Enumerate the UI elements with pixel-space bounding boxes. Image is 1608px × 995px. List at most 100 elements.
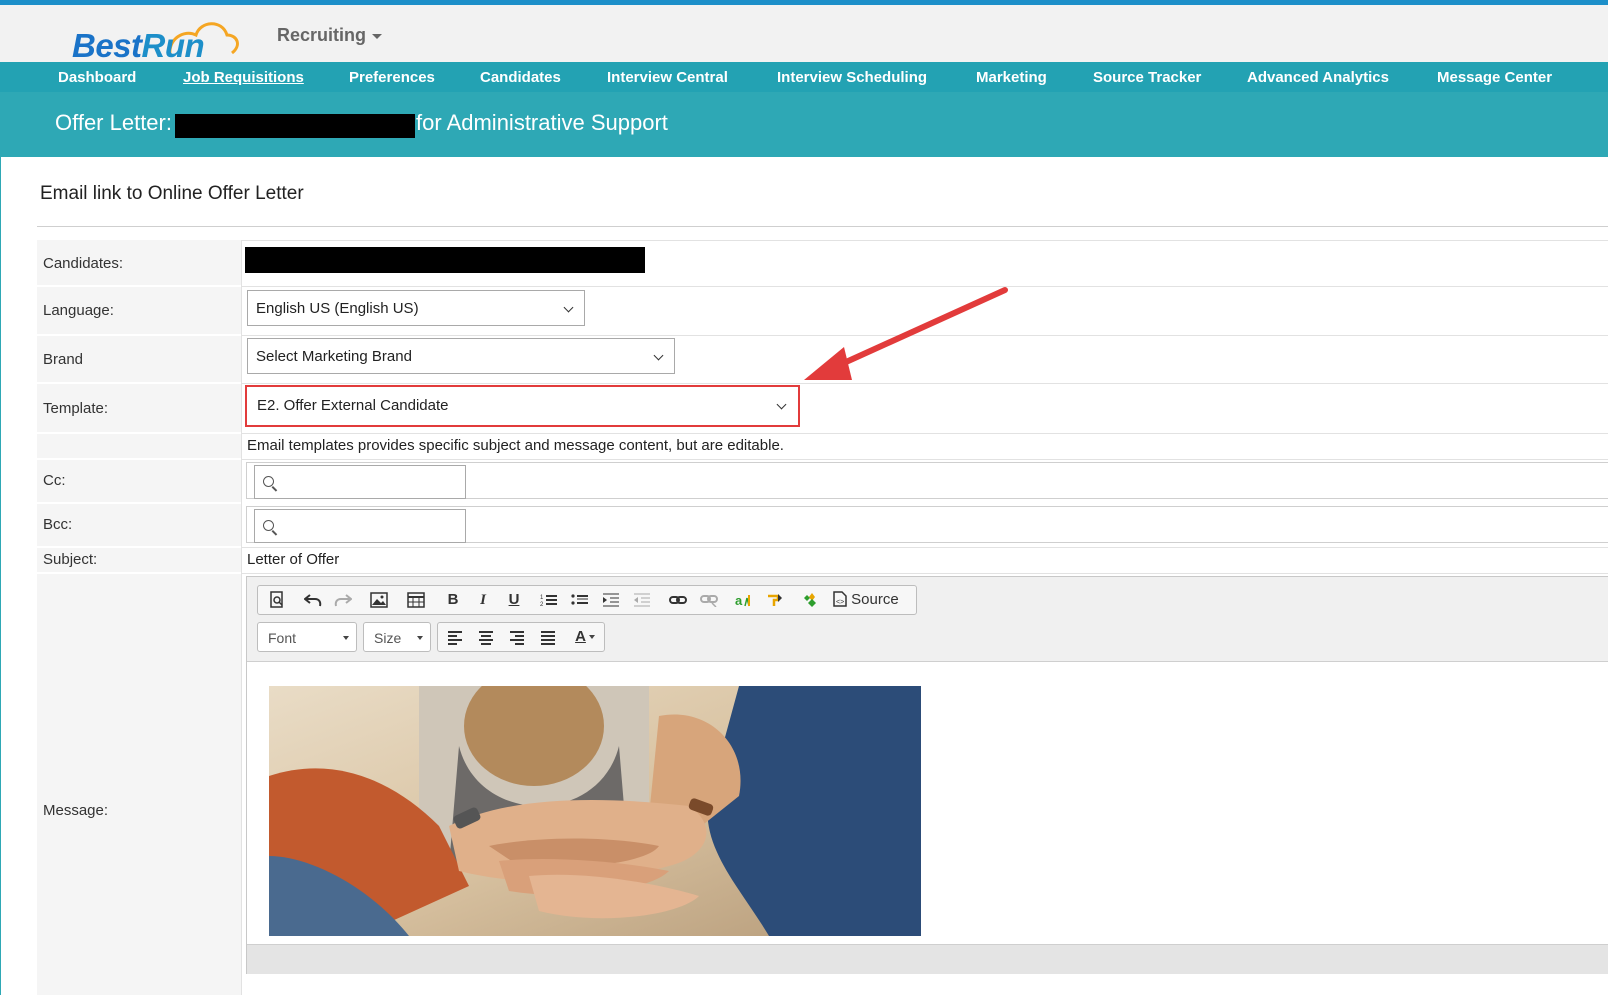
- template-label: Template:: [43, 400, 109, 417]
- logo-text-best: Best: [72, 27, 142, 64]
- svg-text:2: 2: [540, 602, 544, 608]
- nav-candidates[interactable]: Candidates: [480, 69, 561, 86]
- size-dropdown[interactable]: Size: [363, 622, 431, 652]
- italic-button[interactable]: I: [470, 586, 496, 614]
- label-bg-hint: [37, 434, 241, 458]
- row-divider: [241, 240, 1608, 241]
- chevron-down-icon: [563, 302, 574, 313]
- subject-label: Subject:: [43, 551, 98, 568]
- align-justify-icon[interactable]: [535, 623, 561, 651]
- brand-select[interactable]: Select Marketing Brand: [247, 338, 675, 374]
- label-bg-cc: [37, 460, 241, 502]
- language-select[interactable]: English US (English US): [247, 290, 585, 326]
- subject-value[interactable]: Letter of Offer: [247, 551, 339, 568]
- preview-icon[interactable]: [264, 586, 290, 614]
- undo-icon[interactable]: [300, 586, 326, 614]
- module-label: Recruiting: [277, 25, 367, 45]
- text-color-button[interactable]: A: [568, 623, 602, 651]
- toolbar-group-main: B I U 12 a <> Source: [257, 585, 917, 615]
- chevron-down-icon: [776, 399, 787, 410]
- left-border: [0, 157, 1, 995]
- align-right-icon[interactable]: [504, 623, 530, 651]
- page-title-suffix: for Administrative Support: [416, 110, 668, 135]
- font-dropdown[interactable]: Font: [257, 622, 357, 652]
- caret-down-icon: [417, 636, 423, 640]
- underline-button[interactable]: U: [501, 586, 527, 614]
- row-divider: [241, 433, 1608, 434]
- nav-message-center[interactable]: Message Center: [1437, 69, 1552, 86]
- source-button[interactable]: <> Source: [833, 586, 909, 614]
- font-dropdown-label: Font: [268, 630, 297, 646]
- language-select-value: English US (English US): [256, 300, 419, 317]
- spellcheck-icon[interactable]: a: [731, 586, 757, 614]
- toolbar-group-align: A: [437, 622, 605, 652]
- redacted-candidate-name: [175, 114, 415, 138]
- nav-dashboard[interactable]: Dashboard: [58, 69, 136, 86]
- nav-preferences[interactable]: Preferences: [349, 69, 435, 86]
- editor-toolbar: B I U 12 a <> Source Font Size A: [247, 577, 1608, 662]
- bold-button[interactable]: B: [440, 586, 466, 614]
- nav-interview-central[interactable]: Interview Central: [607, 69, 728, 86]
- nav-job-requisitions[interactable]: Job Requisitions: [183, 69, 304, 86]
- indent-icon[interactable]: [598, 586, 624, 614]
- message-label: Message:: [43, 802, 109, 819]
- svg-text:1: 1: [540, 595, 544, 601]
- bestrun-logo[interactable]: BestRun: [72, 15, 242, 64]
- source-label: Source: [851, 591, 899, 608]
- table-icon[interactable]: [403, 586, 429, 614]
- redo-icon[interactable]: [330, 586, 356, 614]
- page-title-bar: Offer Letter: for Administrative Support: [0, 92, 1608, 157]
- section-divider: [37, 226, 1608, 227]
- align-left-icon[interactable]: [442, 623, 468, 651]
- annotation-arrow-icon: [804, 287, 1008, 380]
- image-icon[interactable]: [366, 586, 392, 614]
- chevron-down-icon: [653, 350, 664, 361]
- app-header: BestRun Recruiting: [0, 5, 1608, 64]
- numbered-list-icon[interactable]: 12: [536, 586, 562, 614]
- cc-label: Cc:: [43, 472, 66, 489]
- label-bg-message: [37, 574, 241, 995]
- plugin-icon[interactable]: [799, 586, 825, 614]
- bullet-list-icon[interactable]: [567, 586, 593, 614]
- section-title: Email link to Online Offer Letter: [40, 183, 304, 204]
- row-divider: [241, 547, 1608, 548]
- size-dropdown-label: Size: [374, 630, 402, 646]
- template-select[interactable]: E2. Offer External Candidate: [249, 388, 797, 424]
- caret-down-icon: [343, 636, 349, 640]
- column-separator: [241, 240, 242, 995]
- outdent-icon[interactable]: [629, 586, 655, 614]
- template-hint: Email templates provides specific subjec…: [247, 437, 784, 454]
- team-hands-image: [269, 686, 921, 936]
- insert-field-icon[interactable]: [762, 586, 788, 614]
- align-center-icon[interactable]: [473, 623, 499, 651]
- bcc-search-input[interactable]: [254, 509, 466, 543]
- nav-interview-scheduling[interactable]: Interview Scheduling: [777, 69, 927, 86]
- nav-marketing[interactable]: Marketing: [976, 69, 1047, 86]
- redacted-candidates-value: [245, 247, 645, 273]
- app-root: BestRun Recruiting Dashboard Job Requisi…: [0, 0, 1608, 995]
- nav-source-tracker[interactable]: Source Tracker: [1093, 69, 1201, 86]
- message-image[interactable]: [269, 686, 921, 936]
- cc-search-input[interactable]: [254, 465, 466, 499]
- svg-text:a: a: [735, 593, 743, 608]
- brand-select-value: Select Marketing Brand: [256, 348, 412, 365]
- module-switcher[interactable]: Recruiting: [277, 25, 383, 46]
- page-title: Offer Letter:: [55, 110, 172, 135]
- language-label: Language:: [43, 302, 114, 319]
- logo-text: BestRun: [72, 27, 205, 65]
- nav-advanced-analytics[interactable]: Advanced Analytics: [1247, 69, 1389, 86]
- search-icon: [263, 520, 274, 531]
- editor-status-bar: [247, 944, 1608, 974]
- template-select-value: E2. Offer External Candidate: [257, 397, 449, 414]
- unlink-icon[interactable]: [696, 586, 722, 614]
- row-divider: [241, 459, 1608, 460]
- bcc-label: Bcc:: [43, 516, 73, 533]
- svg-text:<>: <>: [836, 599, 844, 606]
- candidates-label: Candidates:: [43, 255, 124, 272]
- message-editor: B I U 12 a <> Source Font Size A: [246, 576, 1608, 974]
- row-divider: [241, 573, 1608, 574]
- logo-text-run: Run: [141, 27, 205, 64]
- search-icon: [263, 476, 274, 487]
- caret-down-icon: [372, 33, 383, 39]
- link-icon[interactable]: [665, 586, 691, 614]
